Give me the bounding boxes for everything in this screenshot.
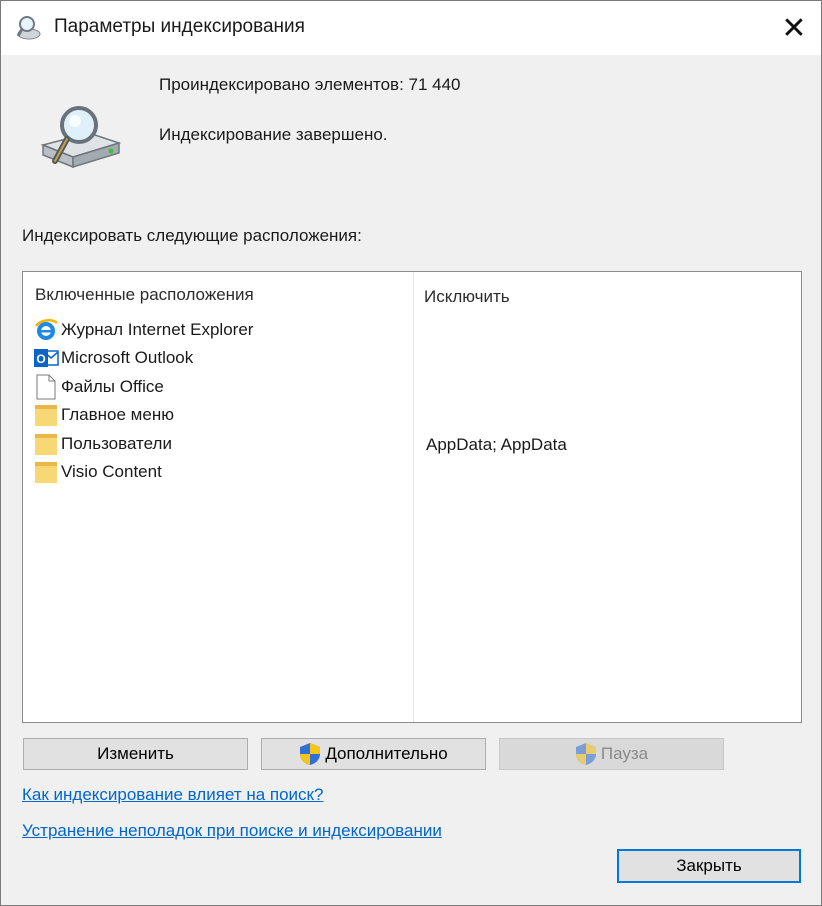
location-row-ie-history[interactable]: Журнал Internet Explorer (33, 316, 253, 344)
exclude-header: Исключить (424, 287, 510, 306)
location-label: Журнал Internet Explorer (61, 320, 254, 339)
indexing-options-window: Параметры индексирования ✕ Проиндексиров… (0, 0, 822, 906)
location-label: Главное меню (61, 405, 174, 424)
location-row-visio-content[interactable]: Visio Content (33, 458, 162, 486)
location-row-outlook[interactable]: O Microsoft Outlook (33, 344, 193, 372)
locations-list[interactable]: Включенные расположения Исключить Журнал… (22, 271, 802, 723)
close-label: Закрыть (676, 856, 742, 875)
indexing-app-icon (16, 16, 41, 40)
location-row-users[interactable]: Пользователи (33, 430, 172, 458)
close-window-button[interactable]: ✕ (767, 1, 821, 55)
uac-shield-icon (300, 743, 321, 765)
indexing-status: Индексирование завершено. (159, 125, 388, 144)
column-divider (413, 272, 414, 722)
modify-label: Изменить (97, 744, 174, 763)
troubleshoot-search-indexing-link[interactable]: Устранение неполадок при поиске и индекс… (22, 821, 442, 841)
folder-icon (35, 462, 57, 483)
advanced-label: Дополнительно (325, 744, 448, 763)
uac-shield-icon (575, 743, 596, 765)
pause-button[interactable]: Пауза (499, 738, 724, 770)
window-title: Параметры индексирования (54, 16, 305, 37)
location-label: Пользователи (61, 434, 172, 453)
svg-text:O: O (36, 352, 45, 366)
advanced-button[interactable]: Дополнительно (261, 738, 486, 770)
exclude-value-users: AppData; AppData (426, 435, 567, 454)
items-indexed-count: Проиндексировано элементов: 71 440 (159, 75, 461, 94)
location-row-office-files[interactable]: Файлы Office (33, 373, 164, 401)
included-locations-header: Включенные расположения (35, 285, 254, 304)
locations-section-label: Индексировать следующие расположения: (22, 226, 362, 245)
folder-icon (35, 434, 57, 455)
how-indexing-affects-search-link[interactable]: Как индексирование влияет на поиск? (22, 785, 323, 805)
pause-label: Пауза (600, 744, 649, 763)
location-label: Файлы Office (61, 377, 164, 396)
ie-icon (34, 319, 58, 340)
document-icon (36, 374, 56, 400)
close-button[interactable]: Закрыть (617, 849, 801, 883)
modify-button[interactable]: Изменить (23, 738, 248, 770)
folder-icon (35, 405, 57, 426)
location-label: Visio Content (61, 462, 162, 481)
indexing-drive-icon (40, 106, 122, 169)
title-bar[interactable]: Параметры индексирования ✕ (1, 1, 821, 55)
close-icon: ✕ (781, 11, 807, 45)
location-row-start-menu[interactable]: Главное меню (33, 401, 174, 429)
outlook-icon: O (34, 349, 59, 367)
location-label: Microsoft Outlook (61, 348, 194, 367)
